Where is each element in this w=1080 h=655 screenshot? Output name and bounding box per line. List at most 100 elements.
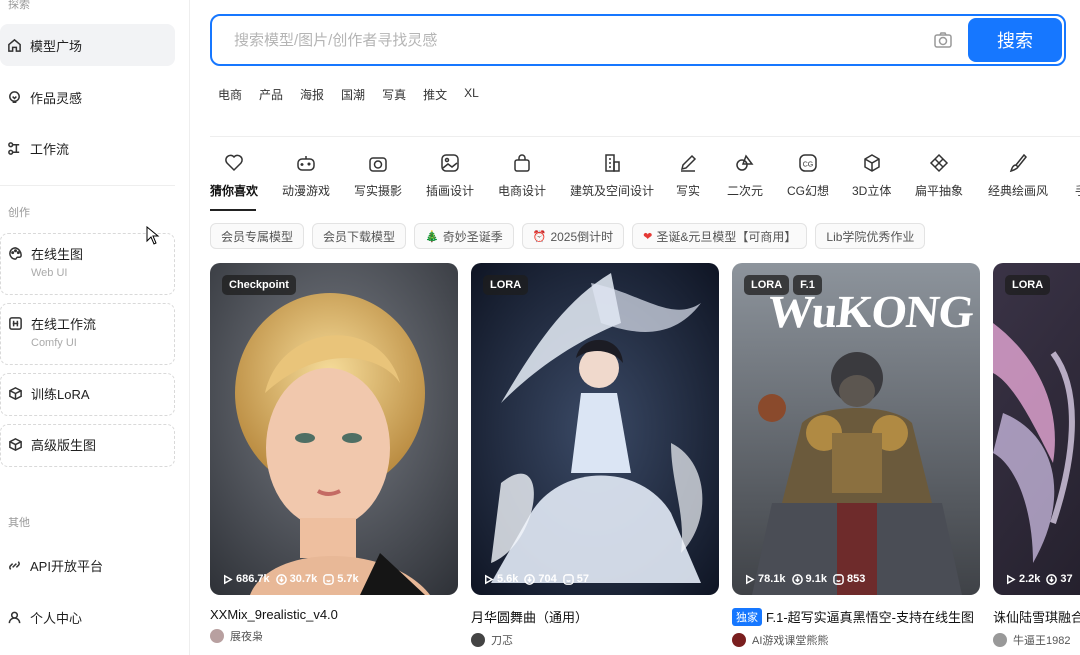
download-icon [791, 573, 803, 585]
tab-label: 电商设计 [498, 184, 547, 198]
smile-icon [562, 573, 574, 585]
grid-icon [7, 316, 23, 332]
sidebar-item-train-lora[interactable]: 训练LoRA [0, 373, 175, 416]
model-author[interactable]: AI游戏课堂熊熊 [732, 632, 980, 648]
model-thumbnail[interactable]: LORA 5.6k 704 57 [471, 263, 719, 595]
wukong-logo-text: WuKONG [765, 286, 976, 337]
sidebar-item-api-platform[interactable]: API开放平台 [0, 544, 175, 586]
model-card[interactable]: Checkpoint 686.7k 30.7k 5.7k XXMix_9real… [210, 263, 458, 644]
tab-label: 3D立体 [852, 184, 892, 198]
tab-illustration[interactable]: 插画设计 [426, 152, 474, 199]
bag-icon [511, 152, 533, 174]
tab-classic-painting[interactable]: 经典绘画风 [988, 152, 1048, 199]
downloads-count: 704 [538, 573, 557, 585]
tab-anime-games[interactable]: 动漫游戏 [282, 152, 330, 199]
downloads-count: 30.7k [289, 573, 318, 585]
tab-architecture[interactable]: 建筑及空间设计 [570, 152, 654, 199]
avatar [993, 633, 1007, 647]
heart-icon: ❤ [643, 230, 653, 243]
topic-pills: 会员专属模型 会员下载模型 🎄 奇妙圣诞季 ⏰ 2025倒计时 ❤ 圣诞&元旦模型【可… [210, 223, 933, 249]
tab-cg-fantasy[interactable]: CG CG幻想 [787, 152, 829, 199]
views-count: 2.2k [1019, 573, 1041, 585]
sidebar-item-workflow[interactable]: 工作流 [0, 127, 175, 169]
model-type-badges: LORA [1005, 275, 1054, 295]
likes-count: 5.7k [337, 573, 359, 585]
sidebar-item-label: 模型广场 [30, 38, 83, 54]
cube-icon [861, 152, 883, 174]
pill-countdown[interactable]: ⏰ 2025倒计时 [521, 223, 625, 249]
tab-anime[interactable]: 二次元 [727, 152, 763, 199]
sidebar-item-advanced-generate[interactable]: 高级版生图 [0, 424, 175, 467]
model-card[interactable]: LORA F.1 WuKONG 78.1k 9.1k 853 独家 F.1-超写实逼… [732, 263, 980, 648]
more-icon [1070, 152, 1080, 174]
model-title[interactable]: 月华圆舞曲（通用） [471, 607, 719, 626]
sidebar-item-label: API开放平台 [30, 558, 103, 574]
model-author[interactable]: 展夜枭 [210, 628, 458, 644]
search-button[interactable]: 搜索 [968, 18, 1062, 62]
author-name: 展夜枭 [230, 631, 263, 643]
tab-ecommerce[interactable]: 电商设计 [498, 152, 546, 199]
model-title[interactable]: 诛仙陆雪琪融合 [993, 607, 1080, 626]
author-name: AI游戏课堂熊熊 [752, 635, 829, 647]
model-thumbnail[interactable]: LORA F.1 WuKONG 78.1k 9.1k 853 [732, 263, 980, 595]
pill-lib-academy[interactable]: Lib学院优秀作业 [815, 223, 926, 249]
pill-label: 会员下载模型 [323, 229, 396, 244]
tab-label: 插画设计 [426, 184, 475, 198]
download-icon [275, 573, 287, 585]
model-card[interactable]: LORA 5.6k 704 57 月华圆舞曲（通用） 刀忑 [471, 263, 719, 648]
sidebar-item-model-plaza[interactable]: 模型广场 [0, 24, 175, 66]
hot-tag[interactable]: XL [464, 86, 479, 103]
pen-icon [677, 152, 699, 174]
brush-icon [1007, 152, 1029, 174]
hot-tag[interactable]: 海报 [300, 86, 324, 103]
fantasy-image [993, 263, 1080, 595]
model-title-text: XXMix_9realistic_v4.0 [210, 607, 338, 622]
model-title[interactable]: XXMix_9realistic_v4.0 [210, 607, 458, 622]
tab-realistic-photo[interactable]: 写实摄影 [354, 152, 402, 199]
model-author[interactable]: 刀忑 [471, 632, 719, 648]
workflow-icon [6, 140, 22, 156]
tab-3d[interactable]: 3D立体 [852, 152, 891, 199]
flat-icon [928, 152, 950, 174]
tab-guess-you-like[interactable]: 猜你喜欢 [210, 152, 258, 199]
tab-more[interactable]: 手 [1070, 152, 1080, 199]
sidebar-item-label: 高级版生图 [31, 438, 97, 453]
downloads-count: 37 [1060, 573, 1073, 585]
hot-tag[interactable]: 产品 [259, 86, 283, 103]
pill-member-exclusive[interactable]: 会员专属模型 [210, 223, 305, 249]
mouse-cursor-icon [146, 226, 160, 245]
hot-tag[interactable]: 国潮 [341, 86, 365, 103]
pill-holiday-models[interactable]: ❤ 圣诞&元旦模型【可商用】 [632, 223, 808, 249]
model-thumbnail[interactable]: LORA 2.2k 37 [993, 263, 1080, 595]
sidebar-item-sublabel: Web UI [31, 267, 68, 279]
model-thumbnail[interactable]: Checkpoint 686.7k 30.7k 5.7k [210, 263, 458, 595]
sidebar-item-label: 个人中心 [30, 610, 83, 626]
user-icon [6, 609, 22, 625]
sidebar-item-works-inspiration[interactable]: 作品灵感 [0, 76, 175, 118]
model-author[interactable]: 牛逼王1982 [993, 632, 1080, 648]
tab-flat-abstract[interactable]: 扁平抽象 [915, 152, 963, 199]
sidebar-item-label: 在线工作流 [31, 317, 97, 332]
camera-icon[interactable] [932, 29, 954, 51]
author-name: 刀忑 [491, 635, 513, 647]
picture-icon [439, 152, 461, 174]
pill-christmas[interactable]: 🎄 奇妙圣诞季 [414, 223, 514, 249]
model-type-badges: LORA [483, 275, 532, 295]
hot-tag[interactable]: 推文 [423, 86, 447, 103]
search-input[interactable] [234, 31, 932, 49]
hot-tags: 电商 产品 海报 国潮 写真 推文 XL [218, 86, 496, 103]
hot-tag[interactable]: 写真 [382, 86, 406, 103]
sidebar-item-personal-center[interactable]: 个人中心 [0, 596, 175, 638]
sidebar-item-online-workflow[interactable]: 在线工作流 Comfy UI [0, 303, 175, 365]
pill-member-download[interactable]: 会员下载模型 [312, 223, 407, 249]
model-title[interactable]: 独家 F.1-超写实逼真黑悟空-支持在线生图 [732, 607, 980, 626]
model-card[interactable]: LORA 2.2k 37 诛仙陆雪琪融合 牛逼王1982 [993, 263, 1080, 648]
hot-tag[interactable]: 电商 [218, 86, 242, 103]
section-label-create: 创作 [8, 207, 30, 219]
model-stats: 5.6k 704 57 [483, 573, 595, 585]
avatar [471, 633, 485, 647]
section-label-explore: 探索 [8, 0, 30, 11]
tab-realistic[interactable]: 写实 [676, 152, 700, 199]
pill-label: 奇妙圣诞季 [442, 229, 503, 244]
sidebar-item-label: 训练LoRA [31, 387, 90, 402]
